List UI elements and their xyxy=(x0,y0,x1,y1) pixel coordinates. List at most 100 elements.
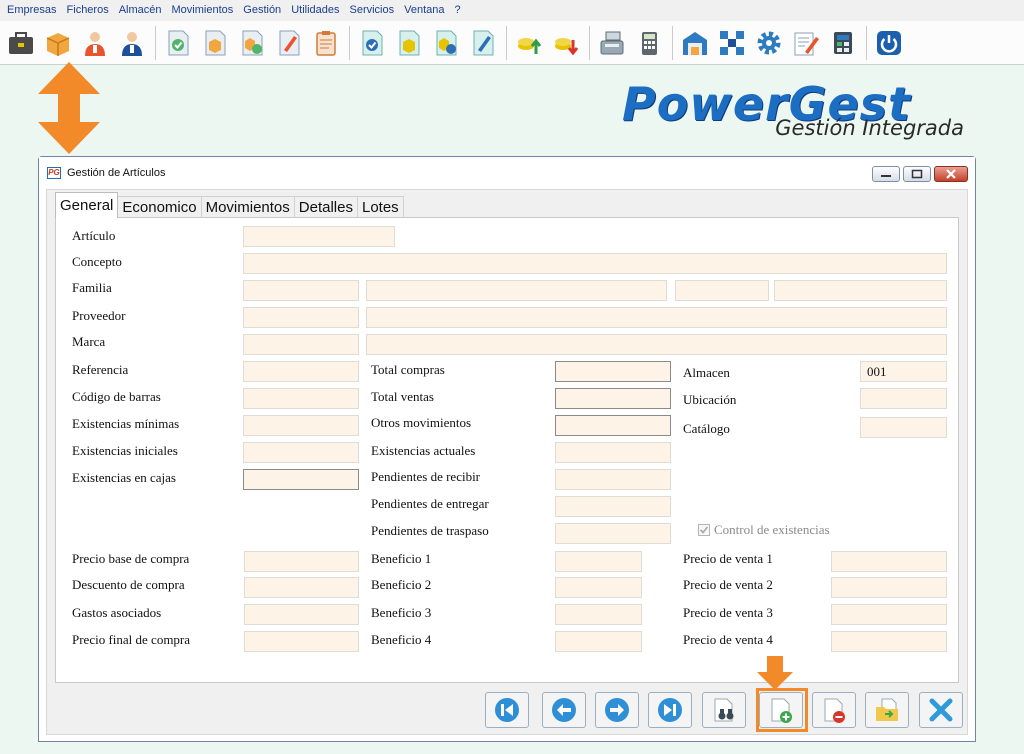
precio-final-label: Precio final de compra xyxy=(72,632,191,647)
total-ventas-field[interactable] xyxy=(555,388,671,409)
total-compras-field[interactable] xyxy=(555,361,671,382)
calculator-icon[interactable] xyxy=(632,26,666,60)
tab-economico[interactable]: Economico xyxy=(117,196,202,218)
next-record-button[interactable] xyxy=(595,692,639,728)
familia-code-field[interactable] xyxy=(243,280,359,301)
subfamilia-name-field[interactable] xyxy=(774,280,947,301)
user-blue-icon[interactable] xyxy=(115,26,149,60)
descuento-field[interactable] xyxy=(244,577,359,598)
close-button[interactable] xyxy=(934,166,968,182)
beneficio3-field[interactable] xyxy=(555,604,642,625)
menu-gestion[interactable]: Gestión xyxy=(238,0,286,21)
precio-final-field[interactable] xyxy=(244,631,359,652)
settings-calc-icon[interactable] xyxy=(826,26,860,60)
proveedor-name-field[interactable] xyxy=(366,307,947,328)
gastos-field[interactable] xyxy=(244,604,359,625)
cash-register-icon[interactable] xyxy=(595,26,629,60)
almacen-field[interactable]: 001 xyxy=(860,361,947,382)
tab-lotes[interactable]: Lotes xyxy=(356,196,404,218)
doc-box-check-icon[interactable] xyxy=(235,26,269,60)
beneficio2-field[interactable] xyxy=(555,577,642,598)
toolbar-separator xyxy=(506,25,507,60)
beneficio2-label: Beneficio 2 xyxy=(371,577,432,592)
checkmark-icon xyxy=(699,526,709,534)
referencia-field[interactable] xyxy=(243,361,359,382)
menu-help[interactable]: ? xyxy=(450,0,466,21)
descuento-label: Descuento de compra xyxy=(72,577,185,592)
articulo-field[interactable] xyxy=(243,226,395,247)
logo-subtitle: Gestión Integrada xyxy=(775,116,964,140)
precio-venta4-field[interactable] xyxy=(831,631,947,652)
existencias-actuales-field[interactable] xyxy=(555,442,671,463)
tab-movimientos[interactable]: Movimientos xyxy=(200,196,295,218)
doc-check-icon[interactable] xyxy=(161,26,195,60)
ubicacion-field[interactable] xyxy=(860,388,947,409)
menu-almacen[interactable]: Almacén xyxy=(114,0,167,21)
clipboard-icon[interactable] xyxy=(309,26,343,60)
pendientes-entregar-field[interactable] xyxy=(555,496,671,517)
first-record-button[interactable] xyxy=(485,692,529,728)
minimize-button[interactable] xyxy=(872,166,900,182)
search-button[interactable] xyxy=(702,692,746,728)
menu-movimientos[interactable]: Movimientos xyxy=(167,0,239,21)
highlight-frame xyxy=(756,688,808,732)
user-orange-icon[interactable] xyxy=(78,26,112,60)
coins-up-icon[interactable] xyxy=(512,26,546,60)
pendientes-recibir-field[interactable] xyxy=(555,469,671,490)
doc-pencil-icon[interactable] xyxy=(272,26,306,60)
briefcase-icon[interactable] xyxy=(4,26,38,60)
edit-list-icon[interactable] xyxy=(789,26,823,60)
proveedor-code-field[interactable] xyxy=(243,307,359,328)
catalogo-field[interactable] xyxy=(860,417,947,438)
existencias-iniciales-label: Existencias iniciales xyxy=(72,443,178,458)
menu-utilidades[interactable]: Utilidades xyxy=(286,0,344,21)
tab-detalles[interactable]: Detalles xyxy=(293,196,358,218)
doc-check-blue-icon[interactable] xyxy=(355,26,389,60)
doc-pencil-blue-icon[interactable] xyxy=(466,26,500,60)
toolbar-separator xyxy=(866,25,867,60)
network-icon[interactable] xyxy=(715,26,749,60)
tab-general[interactable]: General xyxy=(55,192,119,218)
precio-venta3-field[interactable] xyxy=(831,604,947,625)
control-existencias-checkbox[interactable]: Control de existencias xyxy=(698,522,830,538)
concepto-field[interactable] xyxy=(243,253,947,274)
dialog-titlebar[interactable]: PG Gestión de Artículos xyxy=(39,157,975,189)
otros-movimientos-field[interactable] xyxy=(555,415,671,436)
beneficio4-field[interactable] xyxy=(555,631,642,652)
precio-venta1-field[interactable] xyxy=(831,551,947,572)
maximize-button[interactable] xyxy=(903,166,931,182)
menu-empresas[interactable]: Empresas xyxy=(2,0,62,21)
doc-box-icon[interactable] xyxy=(198,26,232,60)
marca-name-field[interactable] xyxy=(366,334,947,355)
existencias-iniciales-field[interactable] xyxy=(243,442,359,463)
warehouse-icon[interactable] xyxy=(678,26,712,60)
power-icon[interactable] xyxy=(872,26,906,60)
menu-servicios[interactable]: Servicios xyxy=(345,0,400,21)
box-icon[interactable] xyxy=(41,26,75,60)
codigo-barras-field[interactable] xyxy=(243,388,359,409)
subfamilia-code-field[interactable] xyxy=(675,280,769,301)
coins-down-icon[interactable] xyxy=(549,26,583,60)
doc-box-check-blue-icon[interactable] xyxy=(429,26,463,60)
last-record-button[interactable] xyxy=(648,692,692,728)
beneficio1-field[interactable] xyxy=(555,551,642,572)
open-folder-button[interactable] xyxy=(865,692,909,728)
concepto-label: Concepto xyxy=(72,254,122,269)
menu-ficheros[interactable]: Ficheros xyxy=(62,0,114,21)
precio-venta2-field[interactable] xyxy=(831,577,947,598)
menu-ventana[interactable]: Ventana xyxy=(399,0,449,21)
precio-base-field[interactable] xyxy=(244,551,359,572)
close-form-button[interactable] xyxy=(919,692,963,728)
marca-code-field[interactable] xyxy=(243,334,359,355)
arrow-right-icon xyxy=(605,698,629,722)
doc-box-blue-icon[interactable] xyxy=(392,26,426,60)
delete-record-button[interactable] xyxy=(812,692,856,728)
previous-record-button[interactable] xyxy=(542,692,586,728)
gear-icon[interactable] xyxy=(752,26,786,60)
familia-name-field[interactable] xyxy=(366,280,667,301)
pendientes-traspaso-field[interactable] xyxy=(555,523,671,544)
control-existencias-label: Control de existencias xyxy=(714,522,830,537)
existencias-minimas-field[interactable] xyxy=(243,415,359,436)
existencias-cajas-field[interactable] xyxy=(243,469,359,490)
tab-bar: General Economico Movimientos Detalles L… xyxy=(55,192,404,218)
